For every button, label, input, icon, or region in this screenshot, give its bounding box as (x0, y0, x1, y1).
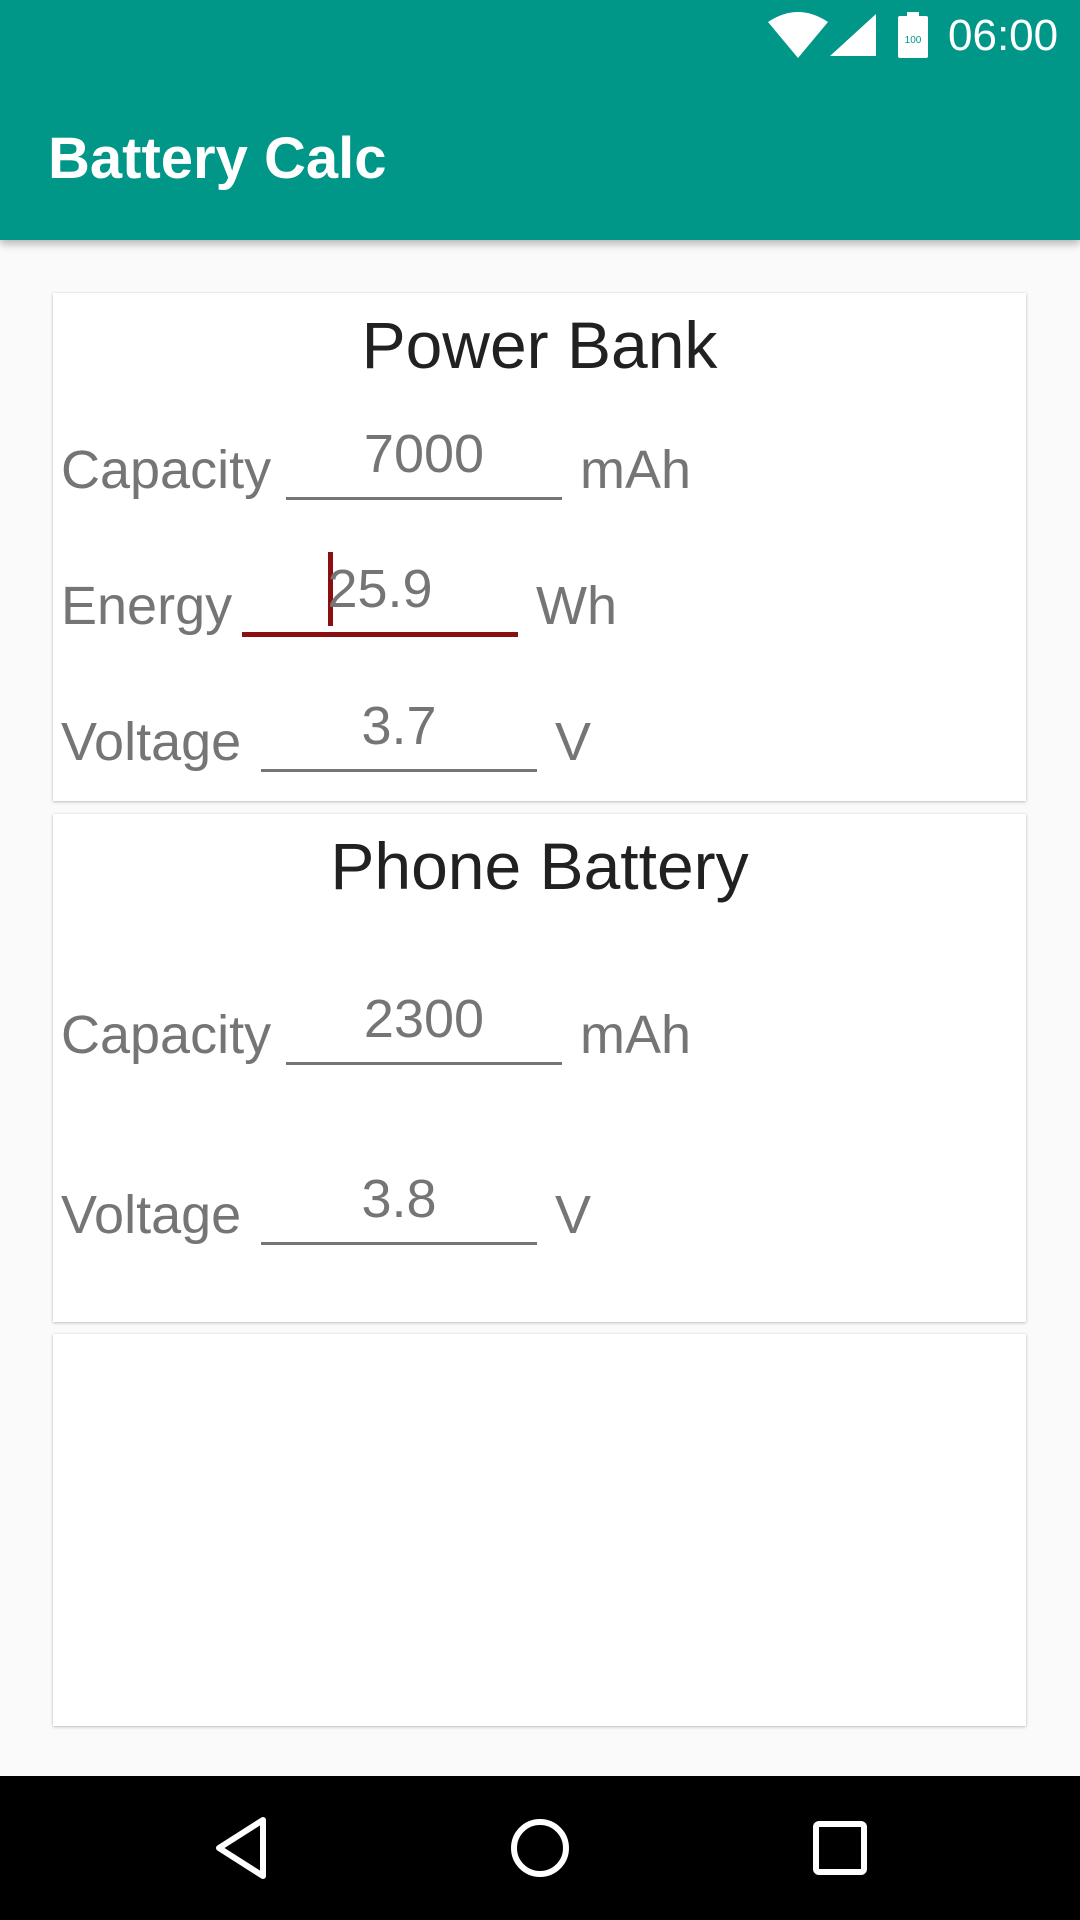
result-card (53, 1334, 1026, 1726)
power-bank-energy-label: Energy (61, 576, 233, 636)
home-circle-icon[interactable] (504, 1812, 576, 1884)
phone-battery-voltage-value: 3.8 (361, 1169, 437, 1229)
phone-battery-card: Phone Battery Capacity 2300 mAh Voltage … (53, 814, 1026, 1322)
phone-battery-voltage-label: Voltage (61, 1185, 242, 1245)
phone-battery-capacity-label: Capacity (61, 1005, 272, 1065)
power-bank-card: Power Bank Capacity 7000 mAh Energy 25.9… (53, 293, 1026, 801)
power-bank-energy-input[interactable]: 25.9 (242, 552, 518, 637)
phone-battery-capacity-input[interactable]: 2300 (286, 982, 562, 1065)
power-bank-capacity-input[interactable]: 7000 (286, 417, 562, 500)
cell-signal-icon (830, 14, 876, 56)
power-bank-voltage-input[interactable]: 3.7 (261, 689, 537, 772)
app-bar: 100 06:00 Battery Calc (0, 0, 1080, 240)
back-triangle-icon[interactable] (205, 1812, 277, 1884)
power-bank-capacity-unit: mAh (580, 440, 692, 500)
power-bank-capacity-value: 7000 (363, 424, 485, 484)
power-bank-voltage-value: 3.7 (361, 696, 437, 756)
battery-level-text: 100 (905, 35, 922, 46)
recents-square-icon[interactable] (804, 1812, 876, 1884)
phone-battery-title: Phone Battery (330, 829, 749, 903)
phone-battery-capacity-value: 2300 (363, 989, 485, 1049)
power-bank-title: Power Bank (361, 308, 718, 382)
app-title: Battery Calc (48, 126, 387, 191)
phone-battery-capacity-unit: mAh (580, 1005, 692, 1065)
battery-icon: 100 (898, 12, 928, 58)
phone-battery-voltage-input[interactable]: 3.8 (261, 1162, 537, 1245)
power-bank-voltage-unit: V (555, 712, 592, 772)
phone-battery-voltage-unit: V (555, 1185, 592, 1245)
power-bank-energy-value: 25.9 (327, 559, 433, 619)
navigation-bar (0, 1776, 1080, 1920)
power-bank-energy-unit: Wh (536, 576, 617, 636)
power-bank-voltage-label: Voltage (61, 712, 242, 772)
power-bank-capacity-label: Capacity (61, 440, 272, 500)
status-bar: 100 06:00 (0, 0, 1080, 72)
wifi-icon (768, 12, 828, 58)
status-time: 06:00 (948, 11, 1059, 60)
